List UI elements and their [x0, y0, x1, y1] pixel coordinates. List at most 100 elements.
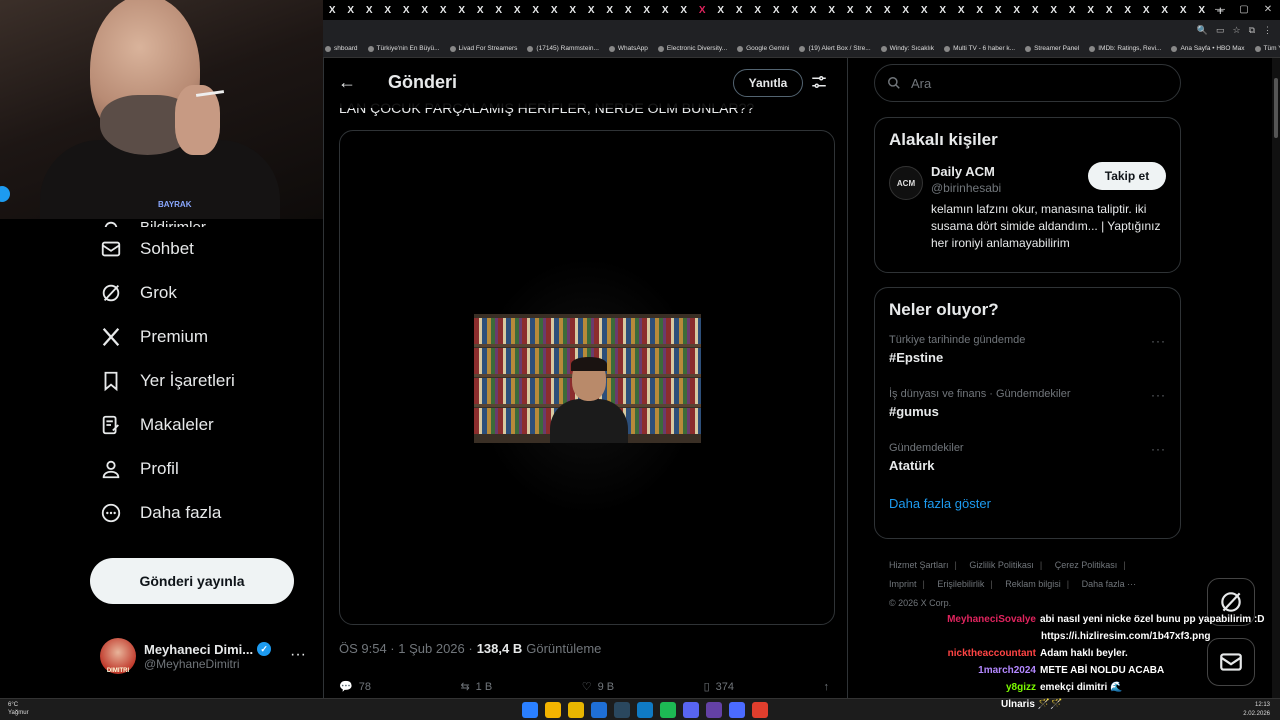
reply-action[interactable]: 💬 78: [339, 680, 371, 694]
chrome-icon[interactable]: [545, 702, 561, 718]
browser-tab[interactable]: X: [564, 0, 583, 20]
bookmark-link[interactable]: Multi TV - 6 haber k...: [944, 45, 1015, 52]
footer-link[interactable]: Reklam bilgisi: [1005, 579, 1061, 589]
browser-tab[interactable]: X: [1008, 0, 1027, 20]
page-scrollbar[interactable]: [1272, 58, 1280, 698]
browser-tab[interactable]: X: [360, 0, 379, 20]
browser-tab[interactable]: X: [767, 0, 786, 20]
browser-tab[interactable]: X: [878, 0, 897, 20]
start-icon[interactable]: [522, 702, 538, 718]
browser-tab[interactable]: X: [915, 0, 934, 20]
app-icon[interactable]: [591, 702, 607, 718]
nav-item-grok[interactable]: Grok: [90, 271, 320, 315]
app-icon[interactable]: [752, 702, 768, 718]
bookmark-link[interactable]: Google Gemini: [737, 45, 789, 52]
steam-icon[interactable]: [614, 702, 630, 718]
nav-item-profile[interactable]: Profil: [90, 447, 320, 491]
browser-tab[interactable]: X: [823, 0, 842, 20]
like-action[interactable]: ♡ 9 B: [582, 680, 614, 694]
browser-tab[interactable]: X: [397, 0, 416, 20]
nav-item-bookmarks[interactable]: Yer İşaretleri: [90, 359, 320, 403]
browser-tab[interactable]: X: [619, 0, 638, 20]
bookmark-link[interactable]: Türkiye'nin En Büyü...: [367, 45, 440, 52]
system-tray[interactable]: 12:13 2.02.2026: [1243, 701, 1270, 719]
browser-tab[interactable]: X: [841, 0, 860, 20]
video-thumbnail[interactable]: [474, 314, 701, 443]
browser-tab[interactable]: X: [934, 0, 953, 20]
search-input[interactable]: [911, 75, 1151, 91]
browser-tab[interactable]: X: [1137, 0, 1156, 20]
browser-tab[interactable]: X: [1063, 0, 1082, 20]
footer-link[interactable]: Erişilebilirlik: [937, 579, 984, 589]
repost-action[interactable]: ⇆ 1 B: [460, 680, 492, 694]
bookmark-action[interactable]: ▯ 374: [704, 680, 734, 694]
search-box[interactable]: [874, 64, 1181, 102]
nav-item-notifications[interactable]: Bildirimler: [90, 219, 320, 227]
browser-tab[interactable]: X: [471, 0, 490, 20]
bookmark-link[interactable]: (17145) Rammstein...: [527, 45, 599, 52]
post-button[interactable]: Gönderi yayınla: [90, 558, 294, 604]
browser-tab[interactable]: X: [638, 0, 657, 20]
show-more-link[interactable]: Daha fazla göster: [875, 490, 1180, 523]
browser-tab[interactable]: X: [1174, 0, 1193, 20]
bookmark-link[interactable]: WhatsApp: [608, 45, 648, 52]
browser-tab[interactable]: X: [989, 0, 1008, 20]
share-action[interactable]: ↑: [824, 680, 830, 693]
account-switcher[interactable]: DIMITRI Meyhaneci Dimi... ✓ @MeyhaneDimit…: [100, 636, 320, 676]
browser-tab[interactable]: X: [490, 0, 509, 20]
browser-tab[interactable]: X: [656, 0, 675, 20]
browser-tab[interactable]: X: [1026, 0, 1045, 20]
browser-tab[interactable]: X: [527, 0, 546, 20]
discord-icon[interactable]: [683, 702, 699, 718]
scroll-thumb[interactable]: [1274, 78, 1278, 138]
browser-tab[interactable]: X: [860, 0, 879, 20]
browser-tab[interactable]: X: [545, 0, 564, 20]
browser-tab[interactable]: X: [712, 0, 731, 20]
star-icon[interactable]: ☆: [1232, 25, 1240, 36]
footer-link[interactable]: Daha fazla ···: [1082, 579, 1137, 589]
browser-tab[interactable]: X: [416, 0, 435, 20]
nav-item-articles[interactable]: Makaleler: [90, 403, 320, 447]
nav-item-premium[interactable]: Premium: [90, 315, 320, 359]
browser-tab[interactable]: X: [323, 0, 342, 20]
nav-item-chat[interactable]: Sohbet: [90, 227, 320, 271]
close-window-icon[interactable]: ✕: [1256, 0, 1280, 20]
footer-link[interactable]: Hizmet Şartları: [889, 560, 949, 570]
bookmark-link[interactable]: Tüm Yer İşaretleri: [1254, 45, 1280, 52]
spotify-icon[interactable]: [660, 702, 676, 718]
browser-tab[interactable]: X: [379, 0, 398, 20]
browser-tab[interactable]: X: [786, 0, 805, 20]
browser-tab[interactable]: X: [1100, 0, 1119, 20]
bookmark-link[interactable]: IMDb: Ratings, Revi...: [1089, 45, 1161, 52]
trend-item[interactable]: Türkiye tarihinde gündemde #Epstine ···: [875, 328, 1180, 382]
minimize-icon[interactable]: —: [1208, 0, 1232, 20]
trend-item[interactable]: Gündemdekiler Atatürk ···: [875, 436, 1180, 490]
bookmark-link[interactable]: shboard: [325, 45, 358, 52]
bookmark-link[interactable]: Livad For Streamers: [449, 45, 517, 52]
browser-tab[interactable]: X: [897, 0, 916, 20]
sliders-icon[interactable]: [810, 73, 828, 91]
bookmark-link[interactable]: Ana Sayfa • HBO Max: [1171, 45, 1245, 52]
browser-tab[interactable]: X: [1082, 0, 1101, 20]
browser-tab[interactable]: X: [434, 0, 453, 20]
app-icon[interactable]: [637, 702, 653, 718]
more-dots-icon[interactable]: ···: [1151, 334, 1166, 348]
app-icon[interactable]: [706, 702, 722, 718]
footer-link[interactable]: Imprint: [889, 579, 917, 589]
more-dots-icon[interactable]: ···: [1151, 388, 1166, 402]
avatar[interactable]: ACM: [889, 166, 923, 200]
browser-tab[interactable]: X: [749, 0, 768, 20]
browser-tab[interactable]: X: [342, 0, 361, 20]
nav-item-more[interactable]: Daha fazla: [90, 491, 320, 535]
maximize-icon[interactable]: ▢: [1232, 0, 1256, 20]
profile-menu-icon[interactable]: ⋮: [1263, 25, 1272, 36]
browser-tab[interactable]: X: [804, 0, 823, 20]
browser-tab[interactable]: X: [582, 0, 601, 20]
browser-tab[interactable]: X: [675, 0, 694, 20]
browser-tab[interactable]: X: [693, 0, 712, 20]
app-icon[interactable]: [729, 702, 745, 718]
post-media[interactable]: [339, 130, 835, 625]
bookmark-link[interactable]: Streamer Panel: [1025, 45, 1079, 52]
follow-button[interactable]: Takip et: [1088, 162, 1166, 190]
browser-tab[interactable]: X: [1119, 0, 1138, 20]
